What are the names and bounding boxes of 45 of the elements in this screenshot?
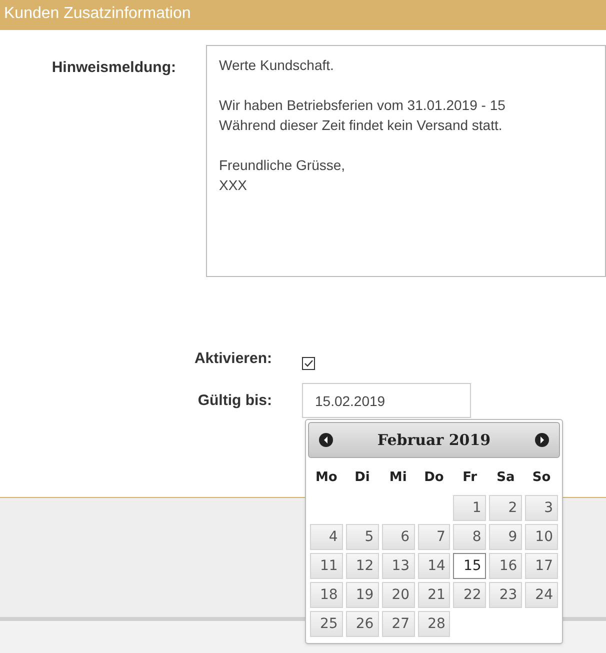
day-cell[interactable]: 27 [382, 611, 415, 637]
month-title: Februar 2019 [377, 430, 491, 451]
day-cell[interactable]: 6 [382, 524, 415, 550]
day-cell[interactable]: 16 [489, 553, 522, 579]
day-cell[interactable]: 4 [310, 524, 343, 550]
day-cell[interactable]: 12 [346, 553, 379, 579]
day-cell[interactable]: 9 [489, 524, 522, 550]
day-cell[interactable]: 11 [310, 553, 343, 579]
day-cell[interactable]: 15 [453, 553, 486, 579]
day-cell[interactable]: 3 [525, 495, 558, 521]
day-cell[interactable]: 20 [382, 582, 415, 608]
day-cell[interactable]: 25 [310, 611, 343, 637]
weekday-label: Di [354, 469, 371, 487]
day-cell[interactable]: 10 [525, 524, 558, 550]
day-cell[interactable]: 5 [346, 524, 379, 550]
activate-checkbox[interactable] [302, 356, 315, 370]
next-month-icon[interactable] [534, 433, 549, 447]
weekday-label: Fr [462, 469, 478, 487]
weekday-label: Mo [314, 469, 338, 487]
day-cell[interactable]: 14 [418, 553, 450, 579]
day-cell[interactable]: 13 [382, 553, 415, 579]
field-label: Gültig bis: [198, 392, 272, 408]
day-cell[interactable]: 18 [310, 582, 343, 608]
day-cell[interactable]: 21 [418, 582, 450, 608]
day-cell[interactable]: 26 [346, 611, 379, 637]
date-input[interactable]: 15.02.2019 [302, 383, 471, 418]
day-cell[interactable]: 24 [525, 582, 558, 608]
weekday-label: So [531, 469, 552, 487]
weekday-label: Sa [496, 469, 516, 487]
day-cell[interactable]: 19 [346, 582, 379, 608]
day-cell[interactable]: 7 [418, 524, 450, 550]
weekday-label: Mi [388, 469, 408, 487]
field-label: Aktivieren: [194, 350, 272, 367]
field-label: Hinweismeldung: [52, 59, 176, 76]
section-title: Kunden Zusatzinformation [4, 5, 191, 22]
day-cell[interactable]: 17 [525, 553, 558, 579]
day-cell[interactable]: 22 [453, 582, 486, 608]
day-cell[interactable]: 1 [453, 495, 486, 521]
notice-textarea[interactable]: Werte Kundschaft. Wir haben Betriebsferien vom 31.01.2019 - 15 Während dieser Zeit findet kein Versand statt. Freundliche Grüsse, XXX [206, 45, 606, 277]
day-cell[interactable]: 28 [418, 611, 450, 637]
day-cell[interactable]: 8 [453, 524, 486, 550]
day-cell[interactable]: 23 [489, 582, 522, 608]
weekday-label: Do [423, 469, 445, 487]
day-cell[interactable]: 2 [489, 495, 522, 521]
previous-month-icon[interactable] [319, 433, 333, 447]
